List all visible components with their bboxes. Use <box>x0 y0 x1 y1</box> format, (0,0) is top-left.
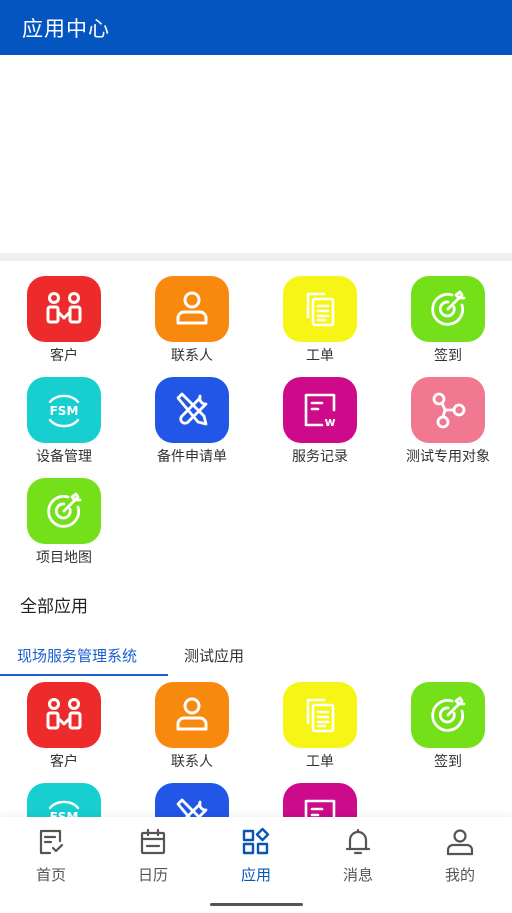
nav-label: 消息 <box>342 866 373 884</box>
app-tile[interactable]: 联系人 <box>128 682 256 772</box>
app-label: 联系人 <box>171 754 213 770</box>
app-tile[interactable]: 客户 <box>0 276 128 366</box>
app-label: 签到 <box>434 754 462 770</box>
banner-area <box>0 55 512 253</box>
nav-item-0[interactable]: 首页 <box>0 827 102 885</box>
app-tile[interactable]: 签到 <box>384 276 512 366</box>
app-tile[interactable]: 项目地图 <box>0 478 128 568</box>
app-tile[interactable]: 工单 <box>256 276 384 366</box>
user-icon <box>445 827 475 861</box>
section-divider <box>0 253 512 261</box>
fsm-device-icon: FSM <box>27 377 101 443</box>
app-tile[interactable]: 客户 <box>0 682 128 772</box>
nav-label: 我的 <box>444 866 475 884</box>
app-label: 客户 <box>50 348 78 364</box>
app-tile[interactable]: FSM 设备管理 <box>0 377 128 467</box>
service-record-icon: w <box>283 377 357 443</box>
nav-label: 日历 <box>137 866 168 884</box>
bottom-navigation: 首页 日历 应用 消息 我的 <box>0 817 512 913</box>
app-label: 签到 <box>434 348 462 364</box>
page-title: 应用中心 <box>22 16 110 41</box>
check-in-target-icon <box>411 682 485 748</box>
nav-item-3[interactable]: 消息 <box>307 827 409 885</box>
app-label: 服务记录 <box>292 449 348 465</box>
app-tile[interactable]: 备件申请单 <box>128 377 256 467</box>
app-label: 客户 <box>50 754 78 770</box>
work-order-icon <box>283 276 357 342</box>
app-tile[interactable]: 测试专用对象 <box>384 377 512 467</box>
contact-icon <box>155 682 229 748</box>
app-tile[interactable]: 签到 <box>384 682 512 772</box>
tab-field-service-system[interactable]: 现场服务管理系统 <box>17 645 137 666</box>
app-label: 工单 <box>306 348 334 364</box>
tools-icon <box>155 377 229 443</box>
app-label: 项目地图 <box>36 550 92 566</box>
app-label: 设备管理 <box>36 449 92 465</box>
project-map-target-icon <box>27 478 101 544</box>
calendar-icon <box>138 827 168 861</box>
active-tab-indicator <box>0 674 168 676</box>
nav-label: 应用 <box>240 866 271 884</box>
nav-item-4[interactable]: 我的 <box>409 827 511 885</box>
bell-icon <box>343 827 373 861</box>
nav-item-2[interactable]: 应用 <box>205 827 307 885</box>
app-label: 联系人 <box>171 348 213 364</box>
app-tile[interactable]: 联系人 <box>128 276 256 366</box>
svg-text:FSM: FSM <box>50 404 79 418</box>
nav-label: 首页 <box>35 866 66 884</box>
customer-icon <box>27 276 101 342</box>
tab-test-apps[interactable]: 测试应用 <box>184 645 244 666</box>
home-checklist-icon <box>36 827 66 861</box>
apps-grid-icon <box>241 827 271 861</box>
check-in-target-icon <box>411 276 485 342</box>
customer-icon <box>27 682 101 748</box>
all-apps-title: 全部应用 <box>20 597 88 617</box>
app-tile[interactable]: 工单 <box>256 682 384 772</box>
home-indicator <box>210 903 303 906</box>
app-tile[interactable]: w 服务记录 <box>256 377 384 467</box>
work-order-icon <box>283 682 357 748</box>
share-nodes-icon <box>411 377 485 443</box>
app-label: 测试专用对象 <box>406 449 490 465</box>
app-label: 工单 <box>306 754 334 770</box>
app-label: 备件申请单 <box>157 449 227 465</box>
svg-text:w: w <box>324 415 335 429</box>
app-header: 应用中心 <box>0 0 512 55</box>
contact-icon <box>155 276 229 342</box>
nav-item-1[interactable]: 日历 <box>102 827 204 885</box>
app-category-tabs: 现场服务管理系统 测试应用 <box>0 636 512 676</box>
favorite-apps-grid: 客户 联系人 工单 签到 FSM 设备管理 备件申请单 w 服务记录 测试专用对象项目地图 <box>0 276 512 568</box>
